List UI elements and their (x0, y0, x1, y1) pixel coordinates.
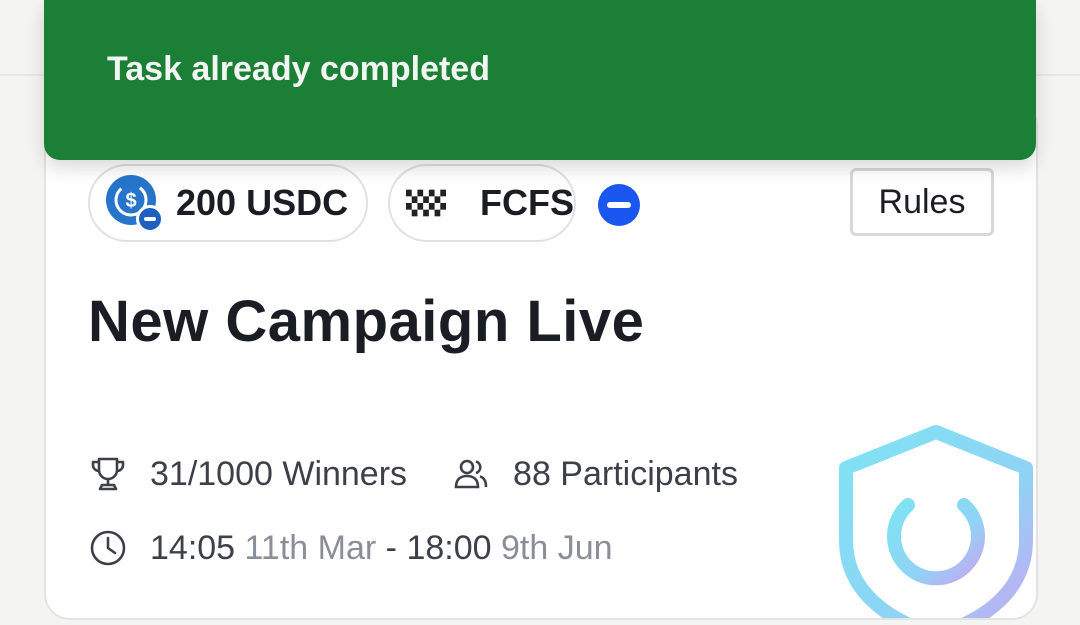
rules-button[interactable]: Rules (850, 168, 994, 236)
winners-count: 31/1000 Winners (150, 454, 408, 493)
date-separator: - (385, 528, 397, 567)
shield-power-icon (839, 425, 1033, 618)
type-label: FCFS (480, 182, 574, 223)
users-icon (454, 459, 488, 489)
clock-icon (90, 530, 126, 566)
reward-label: 200 USDC (176, 182, 349, 223)
svg-text:$: $ (125, 190, 136, 212)
reward-chip: $ 200 USDC (88, 164, 368, 242)
end-date: 9th Jun (500, 528, 613, 567)
stats-row: 31/1000 Winners 88 Participants (88, 454, 738, 494)
toast-notification: Task already completed (44, 0, 1036, 160)
start-date: 11th Mar (244, 528, 377, 567)
toast-message: Task already completed (107, 50, 490, 88)
end-time: 18:00 (406, 528, 492, 567)
campaign-title: New Campaign Live (88, 289, 645, 354)
usdc-coin-icon: $ (106, 175, 164, 233)
trophy-icon (91, 457, 125, 491)
schedule-row: 14:05 11th Mar - 18:00 9th Jun (88, 528, 613, 568)
type-chip: FCFS (388, 164, 576, 242)
chain-minus-icon (598, 184, 640, 226)
participants-count: 88 Participants (513, 454, 738, 493)
checkered-flag-icon (406, 189, 446, 217)
campaign-card[interactable]: $ 200 USDC FCFS Rules New Campaign Live (44, 100, 1038, 620)
start-time: 14:05 (150, 528, 236, 567)
